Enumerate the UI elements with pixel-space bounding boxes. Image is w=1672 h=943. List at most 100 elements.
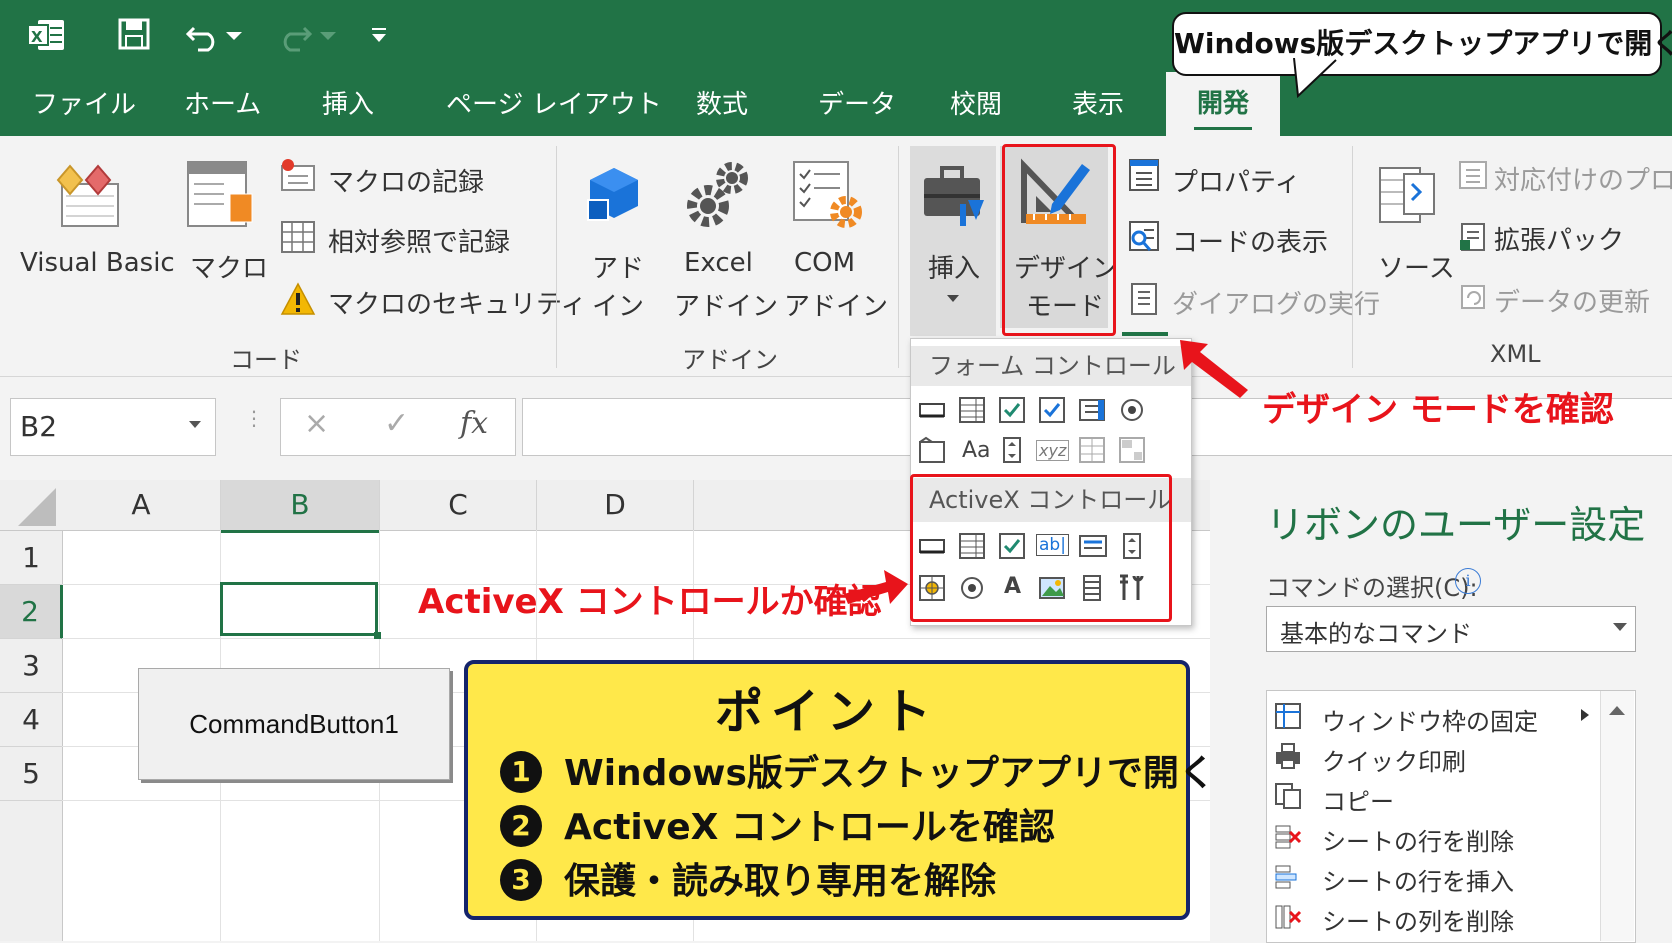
form-combobox-icon[interactable] — [958, 396, 986, 424]
form-option-button-icon[interactable] — [1118, 396, 1146, 424]
select-all-corner[interactable] — [0, 480, 63, 531]
column-header-c[interactable]: C — [380, 480, 537, 531]
point-item-2: 2 ActiveX コントロールを確認 — [500, 798, 1055, 850]
form-checkbox-icon[interactable] — [998, 396, 1026, 424]
point-title: ポイント — [714, 684, 939, 740]
name-box-value: B2 — [20, 410, 58, 443]
list-item-delete-rows[interactable]: シートの行を削除 — [1322, 822, 1514, 857]
form-spinner-icon[interactable] — [1038, 396, 1066, 424]
addin-label-1[interactable]: アド — [592, 248, 644, 285]
excel-addin-label-1[interactable]: Excel — [684, 248, 753, 278]
form-listbox-icon[interactable] — [1078, 396, 1106, 424]
row-header-5[interactable]: 5 — [0, 747, 63, 801]
callout-tail — [1293, 58, 1337, 98]
record-macro-icon — [281, 159, 315, 191]
row-header-3[interactable]: 3 — [0, 639, 63, 693]
toolbox-icon — [924, 166, 984, 226]
list-item-freeze-panes[interactable]: ウィンドウ枠の固定 — [1322, 702, 1538, 737]
row-header-2[interactable]: 2 — [0, 585, 63, 639]
expansion-packs-button[interactable]: 拡張パック — [1494, 220, 1624, 257]
tab-review[interactable]: 校閲 — [950, 84, 1002, 121]
tab-file[interactable]: ファイル — [32, 84, 136, 121]
column-header-a[interactable]: A — [62, 480, 221, 531]
design-mode-highlight — [1002, 144, 1116, 336]
insert-control-button[interactable]: 挿入 — [928, 248, 980, 285]
tab-insert[interactable]: 挿入 — [322, 84, 374, 121]
cancel-icon[interactable]: × — [304, 406, 329, 441]
record-macro-button[interactable]: マクロの記録 — [328, 162, 484, 199]
xml-source-button[interactable]: ソース — [1378, 248, 1455, 285]
chevron-down-icon[interactable] — [1612, 622, 1628, 632]
scroll-up-icon[interactable] — [1608, 704, 1626, 716]
tab-data[interactable]: データ — [818, 84, 896, 121]
row-header-4[interactable]: 4 — [0, 693, 63, 747]
relative-reference-button[interactable]: 相対参照で記録 — [328, 222, 510, 259]
activex-annotation: ActiveX コントロールか確認 — [418, 582, 882, 622]
tab-formulas[interactable]: 数式 — [696, 84, 748, 121]
name-box-dropdown-icon[interactable] — [188, 420, 202, 430]
point-number-2: 2 — [500, 805, 542, 847]
list-scrollbar[interactable] — [1600, 691, 1634, 941]
com-addin-label-2[interactable]: アドイン — [784, 286, 888, 323]
group-label-xml: XML — [1490, 340, 1541, 368]
point-item-1: 1 Windows版デスクトップアプリで開く — [500, 744, 1215, 796]
relative-reference-icon — [281, 221, 315, 253]
list-item-copy[interactable]: コピー — [1322, 782, 1394, 817]
tab-page-layout[interactable]: ページ レイアウト — [446, 84, 662, 121]
design-mode-underline — [1122, 332, 1168, 336]
arrow-up-left-icon — [1180, 340, 1248, 398]
macro-button[interactable]: マクロ — [190, 248, 268, 285]
row-header-1[interactable]: 1 — [0, 531, 63, 585]
group-label-code: コード — [230, 346, 302, 374]
tab-view[interactable]: 表示 — [1072, 84, 1124, 121]
info-icon[interactable]: i — [1455, 568, 1481, 594]
insert-function-icon[interactable]: fx — [460, 406, 488, 441]
customize-ribbon-title: リボンのユーザー設定 — [1266, 503, 1646, 547]
expansion-packs-icon — [1460, 223, 1485, 251]
insert-rows-icon — [1275, 865, 1297, 889]
addin-icon — [587, 168, 638, 221]
quick-print-icon — [1276, 743, 1300, 769]
list-item-insert-rows[interactable]: シートの行を挿入 — [1322, 862, 1514, 897]
run-dialog-icon — [1131, 283, 1157, 315]
form-groupbox-icon[interactable] — [918, 436, 946, 464]
addin-label-2[interactable]: イン — [592, 286, 644, 323]
undo-icon[interactable] — [186, 18, 252, 52]
redo-icon[interactable] — [280, 18, 346, 52]
freeze-panes-icon — [1275, 703, 1301, 729]
macro-icon — [187, 161, 253, 227]
list-item-quick-print[interactable]: クイック印刷 — [1322, 742, 1466, 777]
enter-icon[interactable]: ✓ — [384, 406, 409, 441]
visual-basic-button[interactable]: Visual Basic — [20, 248, 175, 278]
com-addin-label-1[interactable]: COM — [794, 248, 855, 278]
form-scrollbar-icon[interactable] — [998, 436, 1026, 464]
chevron-down-icon — [947, 295, 959, 302]
point-number-3: 3 — [500, 859, 542, 901]
form-label-icon[interactable]: Aa — [962, 438, 991, 463]
activex-highlight — [910, 474, 1172, 622]
delete-columns-icon — [1275, 905, 1302, 929]
ribbon-separator — [556, 146, 557, 368]
excel-addin-label-2[interactable]: アドイン — [674, 286, 778, 323]
save-icon[interactable] — [118, 18, 150, 50]
tab-home[interactable]: ホーム — [184, 84, 261, 121]
column-header-d[interactable]: D — [537, 480, 694, 531]
chevron-right-icon — [1581, 709, 1589, 721]
command-button-1[interactable]: CommandButton1 — [138, 668, 450, 780]
column-header-b[interactable]: B — [221, 480, 380, 533]
point-item-3: 3 保護・読み取り専用を解除 — [500, 852, 996, 904]
selected-cell-b2[interactable] — [220, 582, 378, 636]
callout-bubble: Windows版デスクトップアプリで開く — [1172, 12, 1672, 76]
properties-button[interactable]: プロパティ — [1172, 162, 1300, 199]
macro-security-button[interactable]: マクロのセキュリティ — [328, 284, 586, 321]
view-code-button[interactable]: コードの表示 — [1172, 222, 1328, 259]
delete-rows-icon — [1275, 825, 1302, 849]
refresh-data-icon — [1461, 285, 1485, 309]
fill-handle[interactable] — [374, 632, 381, 639]
customize-qat-icon[interactable] — [370, 26, 388, 44]
form-button-icon[interactable] — [918, 396, 946, 424]
list-item-delete-columns[interactable]: シートの列を削除 — [1322, 902, 1514, 937]
view-code-icon — [1129, 221, 1159, 251]
com-addin-icon — [793, 161, 862, 228]
choose-commands-label: コマンドの選択(C): — [1266, 574, 1478, 602]
